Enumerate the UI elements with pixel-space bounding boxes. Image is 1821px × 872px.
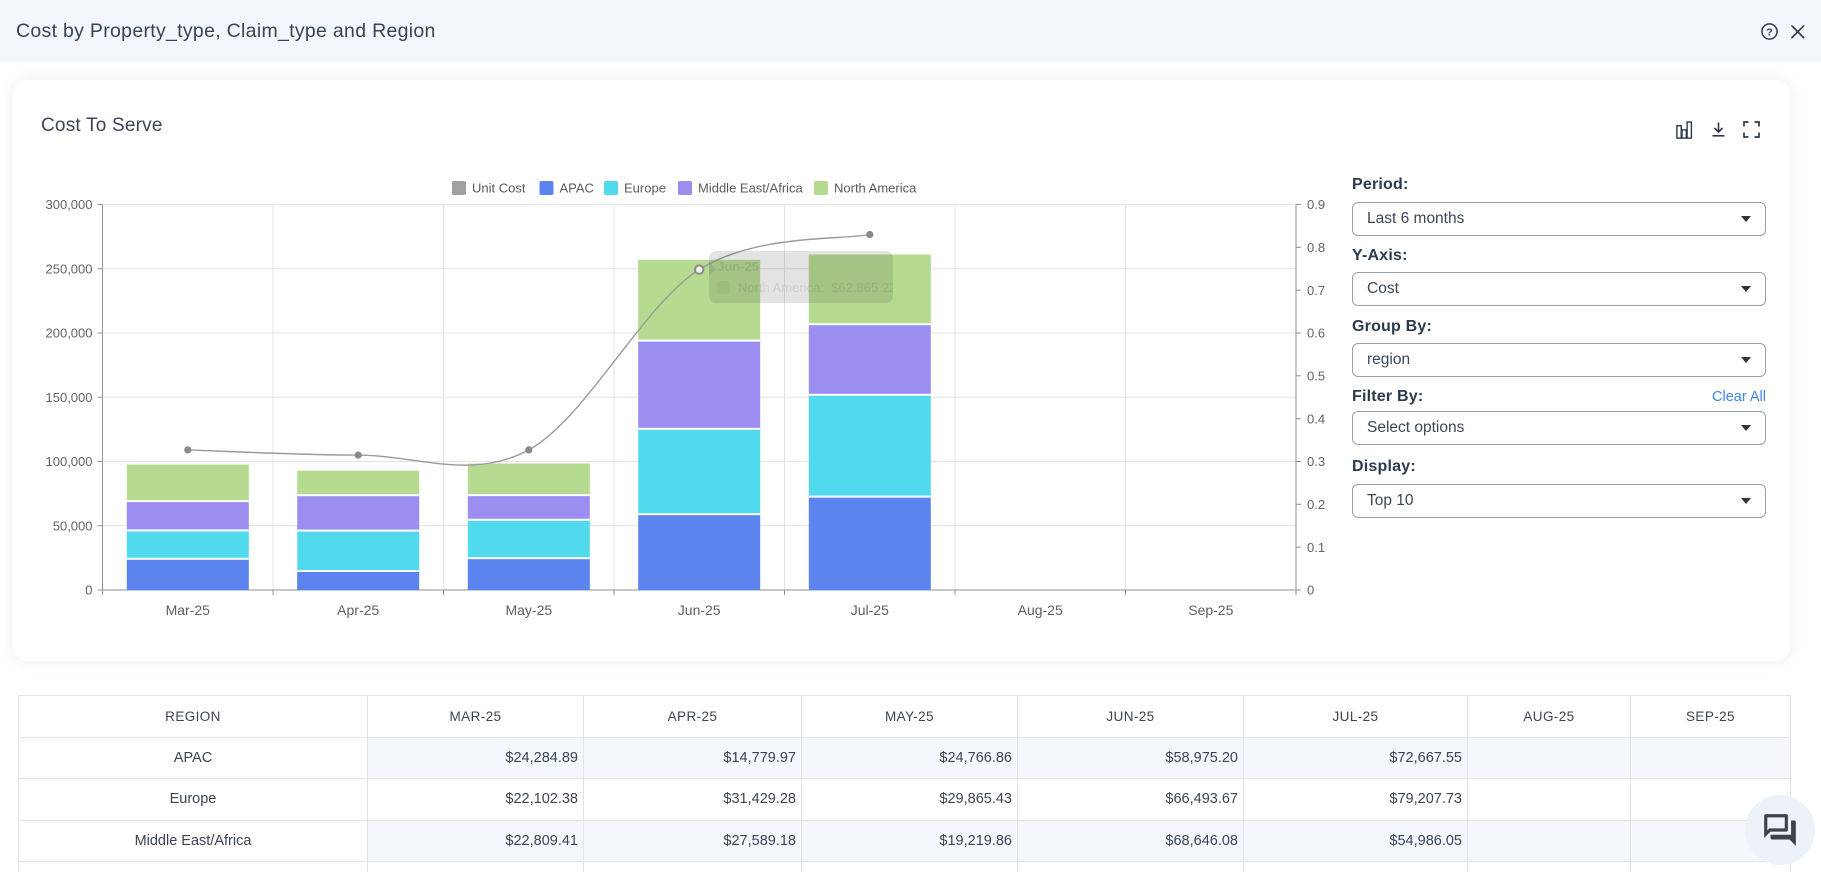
svg-text:200,000: 200,000 [46,326,93,341]
svg-text:North America: North America [834,181,917,196]
svg-text:0.6: 0.6 [1307,326,1325,341]
svg-text:?: ? [1766,26,1772,38]
svg-text:APAC: APAC [560,181,594,196]
svg-text:0.9: 0.9 [1307,197,1325,212]
svg-text:0: 0 [85,583,92,598]
svg-text:50,000: 50,000 [53,519,93,534]
svg-text:250,000: 250,000 [46,261,93,276]
svg-text:150,000: 150,000 [46,390,93,405]
svg-text:300,000: 300,000 [46,197,93,212]
svg-text:0.2: 0.2 [1307,497,1325,512]
svg-text:0.4: 0.4 [1307,411,1325,426]
svg-text:0.8: 0.8 [1307,240,1325,255]
svg-text:Europe: Europe [624,181,666,196]
svg-text:100,000: 100,000 [46,454,93,469]
svg-text:Unit Cost: Unit Cost [472,181,526,196]
svg-text:Jun-25: Jun-25 [678,602,721,618]
svg-text:Aug-25: Aug-25 [1018,602,1063,618]
svg-text:Sep-25: Sep-25 [1188,602,1233,618]
svg-text:May-25: May-25 [505,602,552,618]
svg-text:Mar-25: Mar-25 [166,602,211,618]
svg-text:0: 0 [1307,583,1314,598]
svg-text:Apr-25: Apr-25 [337,602,379,618]
svg-text:0.1: 0.1 [1307,540,1325,555]
svg-text:0.7: 0.7 [1307,283,1325,298]
svg-text:0.3: 0.3 [1307,454,1325,469]
svg-text:0.5: 0.5 [1307,369,1325,384]
svg-text:Middle East/Africa: Middle East/Africa [698,181,804,196]
svg-text:Jul-25: Jul-25 [851,602,889,618]
